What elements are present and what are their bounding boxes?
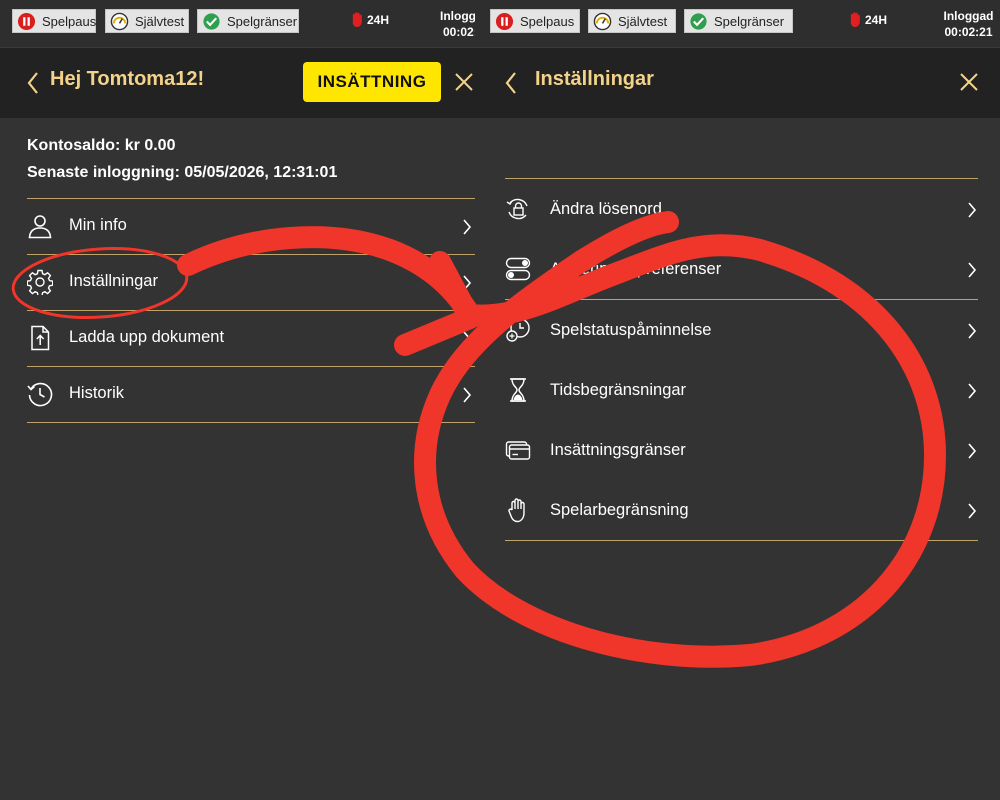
user-icon <box>28 215 52 239</box>
logged-in-label: Inloggad <box>943 9 994 23</box>
account-balance: Kontosaldo: kr 0.00 <box>27 137 176 154</box>
menu-item-min-info[interactable]: Min info <box>27 199 475 254</box>
hand-icon <box>850 12 860 27</box>
menu-divider <box>27 422 475 423</box>
chevron-right-icon <box>968 503 977 519</box>
session-time: 00:02: <box>443 25 475 39</box>
upload-document-icon <box>31 325 50 351</box>
menu-item-spelarbegransning[interactable]: Spelarbegränsning <box>505 480 978 540</box>
spelgranser-label: Spelgränser <box>227 13 298 29</box>
limits-icon <box>690 12 707 30</box>
responsible-gaming-bar: Spelpaus Självtest Spelgränser 24H Inlog… <box>475 0 1000 48</box>
menu-item-label: Insättningsgränser <box>550 441 686 459</box>
account-menu: Min info Inställningar Ladda upp dokumen… <box>27 198 475 423</box>
account-info: Kontosaldo: kr 0.00 Senaste inloggning: … <box>27 132 337 186</box>
menu-item-insattningsgranser[interactable]: Insättningsgränser <box>505 420 978 480</box>
pause-icon <box>17 12 36 30</box>
chevron-right-icon <box>968 262 977 278</box>
menu-item-label: Spelarbegränsning <box>550 501 689 519</box>
24h-label: 24H <box>865 12 888 27</box>
sjalvtest-button[interactable]: Självtest <box>588 9 676 33</box>
menu-item-label: Spelstatuspåminnelse <box>550 321 712 339</box>
limits-icon <box>203 12 220 30</box>
menu-item-spelstatuspaminnelse[interactable]: Spelstatuspåminnelse <box>505 300 978 360</box>
chevron-right-icon <box>968 383 977 399</box>
24h-badge[interactable]: 24H <box>350 11 389 28</box>
24h-label: 24H <box>367 12 390 27</box>
pause-icon <box>495 12 514 30</box>
last-login: Senaste inloggning: 05/05/2026, 12:31:01 <box>27 164 338 181</box>
lock-refresh-icon <box>506 198 528 220</box>
menu-item-label: Inställningar <box>69 272 158 290</box>
gauge-icon <box>593 12 612 30</box>
history-icon <box>27 382 53 407</box>
settings-title: Inställningar <box>535 68 654 90</box>
spelpaus-label: Spelpaus <box>42 13 97 29</box>
spelgranser-button[interactable]: Spelgränser <box>197 9 299 33</box>
menu-item-label: Min info <box>69 216 127 234</box>
settings-menu: Ändra lösenord Aviseringar/preferenser S… <box>505 178 978 541</box>
session-timer: Inloggad 00:02: <box>440 8 475 40</box>
menu-item-installningar[interactable]: Inställningar <box>27 255 475 310</box>
hand-icon <box>352 12 362 27</box>
clock-reminder-icon <box>506 318 530 342</box>
chevron-right-icon <box>463 275 472 291</box>
menu-item-label: Aviseringar/preferenser <box>550 260 722 278</box>
toggle-icon <box>505 257 531 281</box>
chevron-right-icon <box>463 387 472 403</box>
menu-item-label: Tidsbegränsningar <box>550 381 687 399</box>
menu-item-label: Historik <box>69 384 125 402</box>
menu-divider <box>505 540 978 541</box>
sjalvtest-label: Självtest <box>618 13 668 29</box>
close-icon[interactable] <box>958 71 980 93</box>
menu-item-aviseringar[interactable]: Aviseringar/preferenser <box>505 239 978 299</box>
chevron-right-icon <box>968 323 977 339</box>
menu-item-andra-losenord[interactable]: Ändra lösenord <box>505 179 978 239</box>
close-icon[interactable] <box>453 71 475 93</box>
menu-item-label: Ladda upp dokument <box>69 328 225 346</box>
menu-item-label: Ändra lösenord <box>550 200 662 218</box>
deposit-button[interactable]: INSÄTTNING <box>303 62 441 102</box>
chevron-right-icon <box>968 202 977 218</box>
hourglass-icon <box>510 378 526 402</box>
back-chevron-icon[interactable] <box>504 70 518 96</box>
credit-card-icon <box>505 441 531 460</box>
spelgranser-label: Spelgränser <box>714 13 785 29</box>
chevron-right-icon <box>463 331 472 347</box>
24h-badge[interactable]: 24H <box>848 11 887 28</box>
logged-in-label: Inloggad <box>440 9 475 23</box>
gear-icon <box>27 269 53 295</box>
sjalvtest-label: Självtest <box>135 13 185 29</box>
account-panel: Spelpaus Självtest Spelgränser 24H Inlog… <box>0 0 475 800</box>
menu-item-ladda-upp-dokument[interactable]: Ladda upp dokument <box>27 311 475 366</box>
session-timer: Inloggad 00:02:21 <box>941 8 996 40</box>
gauge-icon <box>110 12 129 30</box>
chevron-right-icon <box>463 219 472 235</box>
spelpaus-button[interactable]: Spelpaus <box>490 9 580 33</box>
spelpaus-button[interactable]: Spelpaus <box>12 9 96 33</box>
responsible-gaming-bar: Spelpaus Självtest Spelgränser 24H Inlog… <box>0 0 475 48</box>
sjalvtest-button[interactable]: Självtest <box>105 9 189 33</box>
settings-header: Inställningar <box>475 48 1000 118</box>
chevron-right-icon <box>968 443 977 459</box>
settings-panel: Spelpaus Självtest Spelgränser 24H Inlog… <box>475 0 1000 800</box>
menu-item-tidsbegransningar[interactable]: Tidsbegränsningar <box>505 360 978 420</box>
spelpaus-label: Spelpaus <box>520 13 575 29</box>
hand-stop-icon <box>508 498 525 523</box>
session-time: 00:02:21 <box>944 25 993 39</box>
greeting-title: Hej Tomtoma12! <box>50 68 205 90</box>
spelgranser-button[interactable]: Spelgränser <box>684 9 793 33</box>
menu-item-historik[interactable]: Historik <box>27 367 475 422</box>
back-chevron-icon[interactable] <box>26 70 40 96</box>
